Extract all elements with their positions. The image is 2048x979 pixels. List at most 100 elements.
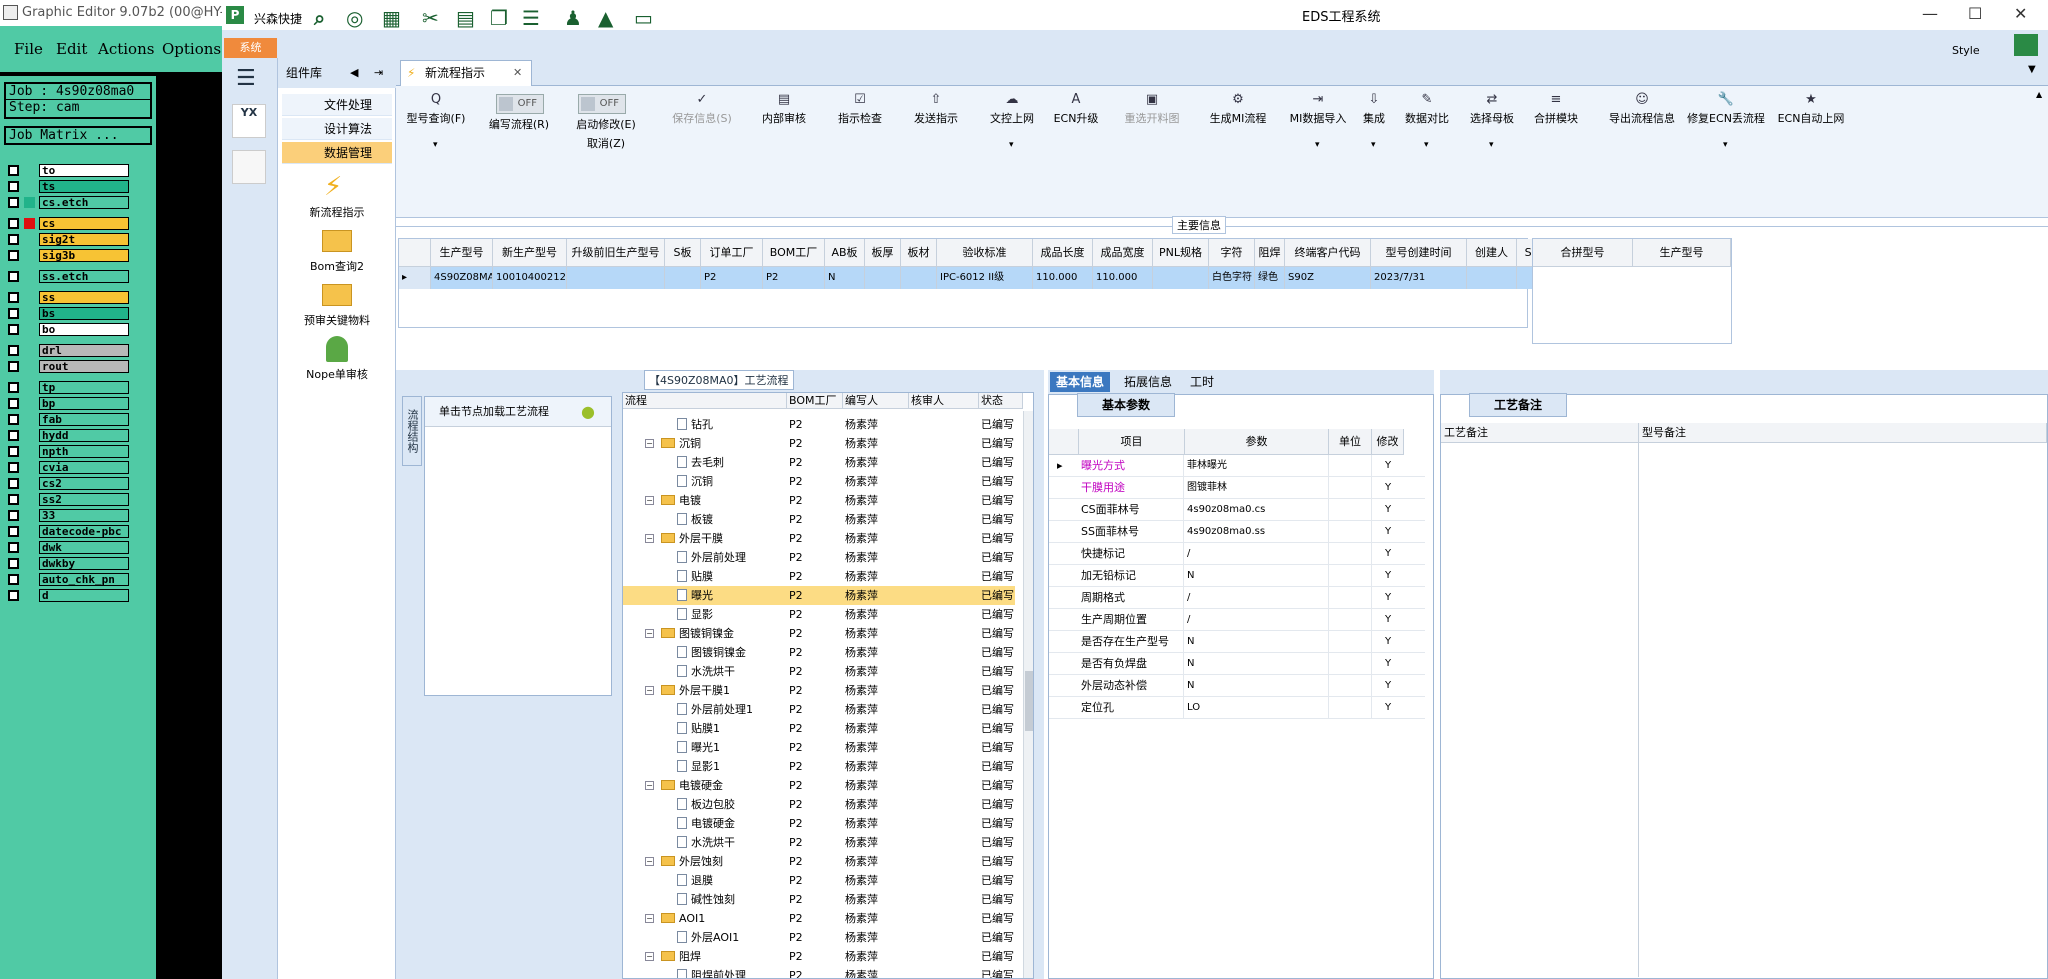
toggle-switch[interactable]: OFF xyxy=(496,94,544,114)
scrollbar-thumb[interactable] xyxy=(1025,671,1033,731)
layer-checkbox[interactable] xyxy=(8,430,19,441)
collapse-left-icon[interactable]: ◀ xyxy=(350,58,358,88)
column-header[interactable]: 修改 xyxy=(1372,429,1404,455)
user-icon[interactable] xyxy=(326,336,348,362)
tree-row[interactable]: 电镀硬金 P2 杨素萍 已编写 xyxy=(623,814,1015,833)
model-notes-textarea[interactable] xyxy=(1639,443,2047,977)
param-value[interactable]: LO xyxy=(1185,697,1329,719)
param-row[interactable]: 定位孔 LO Y xyxy=(1049,697,1425,719)
layer-checkbox[interactable] xyxy=(8,414,19,425)
layer-name[interactable]: ss2 xyxy=(39,493,129,506)
tree-row[interactable]: − 外层干膜1 P2 杨素萍 已编写 xyxy=(623,681,1015,700)
info-cell[interactable] xyxy=(567,267,665,289)
expand-toggle-icon[interactable]: − xyxy=(645,496,654,505)
menu-options[interactable]: Options xyxy=(162,40,221,58)
folder-open-icon[interactable] xyxy=(322,284,352,306)
quick-table-icon[interactable]: ▦ xyxy=(382,6,401,30)
column-header[interactable]: 订单工厂 xyxy=(701,239,763,267)
toolbar-button-14[interactable]: ⇄ 选择母板 xyxy=(1462,90,1522,126)
tree-row[interactable]: − 图镀铜镍金 P2 杨素萍 已编写 xyxy=(623,624,1015,643)
tree-row[interactable]: 贴膜1 P2 杨素萍 已编写 xyxy=(623,719,1015,738)
dropdown-arrow-icon[interactable]: ▾ xyxy=(1009,140,1014,150)
menu-edit[interactable]: Edit xyxy=(56,40,87,58)
layer-name[interactable]: ts xyxy=(39,180,129,193)
param-value[interactable]: N xyxy=(1185,675,1329,697)
column-header[interactable]: 升级前旧生产型号 xyxy=(567,239,665,267)
column-header[interactable]: 成品长度 xyxy=(1033,239,1093,267)
layer-checkbox[interactable] xyxy=(8,398,19,409)
info-cell[interactable]: 10010400212115 xyxy=(493,267,567,289)
column-header[interactable]: 验收标准 xyxy=(937,239,1033,267)
layer-name[interactable]: drl xyxy=(39,344,129,357)
layer-checkbox[interactable] xyxy=(8,590,19,601)
toolbar-button-12[interactable]: ⇩ 集成 xyxy=(1354,90,1394,126)
toolbar-button-15[interactable]: ≡ 合拼模块 xyxy=(1526,90,1586,126)
tree-row[interactable]: − 电镀硬金 P2 杨素萍 已编写 xyxy=(623,776,1015,795)
layer-checkbox[interactable] xyxy=(8,165,19,176)
layer-row[interactable]: cs xyxy=(6,217,129,230)
expand-toggle-icon[interactable]: − xyxy=(645,781,654,790)
tree-row[interactable]: 退膜 P2 杨素萍 已编写 xyxy=(623,871,1015,890)
layer-row[interactable]: ss.etch xyxy=(6,270,129,283)
layer-row[interactable]: ts xyxy=(6,180,129,193)
toolbar-button-11[interactable]: ⇥ MI数据导入 xyxy=(1286,90,1350,126)
tree-row[interactable]: 板镀 P2 杨素萍 已编写 xyxy=(623,510,1015,529)
column-header[interactable]: 阻焊 xyxy=(1255,239,1285,267)
info-cell[interactable] xyxy=(1153,267,1209,289)
param-row[interactable]: 外层动态补偿 N Y xyxy=(1049,675,1425,697)
dropdown-arrow-icon[interactable]: ▾ xyxy=(433,140,438,150)
param-value[interactable]: 4s90z08ma0.cs xyxy=(1185,499,1329,521)
layer-name[interactable]: dwk xyxy=(39,541,129,554)
system-tab[interactable]: 系统 xyxy=(224,38,277,58)
layer-name[interactable]: bp xyxy=(39,397,129,410)
tree-row[interactable]: 沉铜 P2 杨素萍 已编写 xyxy=(623,472,1015,491)
tree-column-header[interactable]: 编写人 xyxy=(843,393,909,409)
lightning-icon[interactable]: ⚡ xyxy=(324,172,342,202)
param-value[interactable]: 4s90z08ma0.ss xyxy=(1185,521,1329,543)
tree-column-header[interactable]: BOM工厂 xyxy=(787,393,843,409)
layer-checkbox[interactable] xyxy=(8,271,19,282)
column-header[interactable]: 字符 xyxy=(1209,239,1255,267)
expand-toggle-icon[interactable]: − xyxy=(645,857,654,866)
column-header[interactable]: 生产型号 xyxy=(1633,239,1731,267)
layer-name[interactable]: datecode-pbc xyxy=(39,525,129,538)
param-value[interactable]: N xyxy=(1185,565,1329,587)
style-grid-icon[interactable] xyxy=(2014,34,2038,56)
param-value[interactable]: N xyxy=(1185,653,1329,675)
layer-name[interactable]: npth xyxy=(39,445,129,458)
tree-row[interactable]: − 外层干膜 P2 杨素萍 已编写 xyxy=(623,529,1015,548)
layer-row[interactable]: bp xyxy=(6,397,129,410)
close-tab-icon[interactable]: ✕ xyxy=(513,61,522,85)
column-header[interactable]: 工艺备注 xyxy=(1441,423,1639,443)
param-row[interactable]: SS面菲林号 4s90z08ma0.ss Y xyxy=(1049,521,1425,543)
info-cell[interactable]: S90Z xyxy=(1285,267,1371,289)
param-row[interactable]: ▸ 曝光方式 菲林曝光 Y xyxy=(1049,455,1425,477)
param-row[interactable]: 周期格式 / Y xyxy=(1049,587,1425,609)
toolbar-button-13[interactable]: ✎ 数据对比 xyxy=(1400,90,1454,126)
layer-checkbox[interactable] xyxy=(8,234,19,245)
column-header[interactable]: 成品宽度 xyxy=(1093,239,1153,267)
tab-basic-info[interactable]: 基本信息 xyxy=(1050,372,1111,392)
column-header[interactable]: S板 xyxy=(665,239,701,267)
layer-row[interactable]: fab xyxy=(6,413,129,426)
layer-checkbox[interactable] xyxy=(8,462,19,473)
dropdown-arrow-icon[interactable]: ▾ xyxy=(1371,140,1376,150)
param-row[interactable]: 快捷标记 / Y xyxy=(1049,543,1425,565)
process-structure-tab[interactable]: 流程结构 xyxy=(402,396,422,466)
layer-checkbox[interactable] xyxy=(8,218,19,229)
tree-row[interactable]: 显影 P2 杨素萍 已编写 xyxy=(623,605,1015,624)
row-selector[interactable]: ▸ xyxy=(399,267,431,289)
expand-toggle-icon[interactable]: − xyxy=(645,686,654,695)
bom-query-shortcut[interactable]: Bom查询2 xyxy=(278,258,396,274)
layer-checkbox[interactable] xyxy=(8,494,19,505)
layer-row[interactable]: d xyxy=(6,589,129,602)
tree-row[interactable]: 贴膜 P2 杨素萍 已编写 xyxy=(623,567,1015,586)
folder-icon[interactable] xyxy=(322,230,352,252)
layer-row[interactable]: rout xyxy=(6,360,129,373)
layer-name[interactable]: d xyxy=(39,589,129,602)
tree-row[interactable]: 显影1 P2 杨素萍 已编写 xyxy=(623,757,1015,776)
minimize-button[interactable]: — xyxy=(1922,4,1938,23)
close-button[interactable]: ✕ xyxy=(2014,4,2027,23)
column-header[interactable]: 型号备注 xyxy=(1639,423,2047,443)
quick-chart-icon[interactable]: ▲ xyxy=(598,6,613,30)
